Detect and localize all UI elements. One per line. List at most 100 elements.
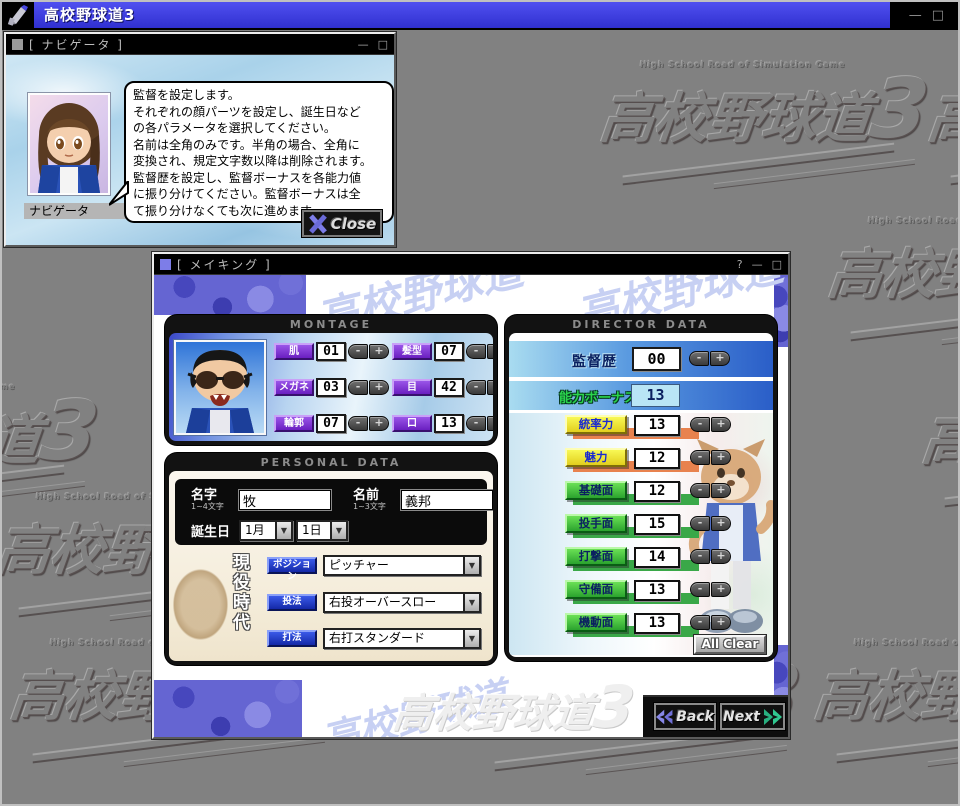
montage-label-button[interactable]: 輪郭 [274, 415, 314, 432]
montage-value: 42 [434, 378, 464, 397]
chevron-down-icon[interactable]: ▼ [275, 522, 291, 539]
making-minimize-button[interactable]: — [752, 258, 763, 271]
navigator-titlebar[interactable]: [ ナビゲータ ] — □ [6, 34, 394, 54]
plus-button[interactable]: + [369, 380, 389, 395]
making-help-button[interactable]: ? [737, 258, 743, 271]
givenname-label: 名前 [353, 489, 401, 502]
minus-button[interactable]: - [690, 450, 710, 465]
stat-label-button[interactable]: 投手面 [565, 514, 627, 533]
plus-button[interactable]: + [369, 416, 389, 431]
surname-input[interactable] [239, 490, 331, 510]
chevron-down-icon[interactable]: ▼ [463, 557, 479, 574]
next-label: Next [723, 709, 760, 725]
plus-button[interactable]: + [487, 416, 493, 431]
montage-label-button[interactable]: 目 [392, 379, 432, 396]
minus-button[interactable]: - [348, 380, 368, 395]
minus-button[interactable]: - [690, 549, 710, 564]
making-maximize-button[interactable]: □ [772, 258, 782, 271]
pitch-style-select[interactable]: 右投オーバースロー ▼ [323, 592, 481, 613]
camo-decoration [154, 680, 302, 737]
stat-row-pitching: 投手面 15 - + [509, 514, 773, 542]
plus-button[interactable]: + [710, 351, 730, 366]
making-title: [ メイキング ] [177, 256, 272, 273]
back-button[interactable]: Back [654, 703, 716, 730]
givenname-input[interactable] [401, 490, 493, 510]
stat-label-button[interactable]: 基礎面 [565, 481, 627, 500]
navigator-minimize-button[interactable]: — [358, 38, 369, 51]
minus-button[interactable]: - [690, 417, 710, 432]
bat-style-label-button[interactable]: 打法 [267, 630, 317, 647]
birth-day-select[interactable]: 1日 ▼ [296, 520, 348, 541]
plus-button[interactable]: + [487, 380, 493, 395]
montage-control-eyes: 目 42 - + [389, 378, 493, 397]
minus-button[interactable]: - [689, 351, 709, 366]
plus-button[interactable]: + [711, 450, 731, 465]
close-button[interactable]: Close [302, 210, 382, 237]
minus-button[interactable]: - [466, 380, 486, 395]
position-label-button[interactable]: ポジション [267, 557, 317, 574]
chevron-down-icon[interactable]: ▼ [330, 522, 346, 539]
plus-button[interactable]: + [487, 344, 493, 359]
montage-label-button[interactable]: 髪型 [392, 343, 432, 360]
chevron-down-icon[interactable]: ▼ [463, 630, 479, 647]
minus-button[interactable]: - [690, 483, 710, 498]
app-maximize-button[interactable]: □ [932, 8, 944, 23]
montage-control-outline: 輪郭 07 - + [271, 414, 389, 433]
next-button[interactable]: Next [720, 703, 785, 730]
montage-avatar-image [176, 342, 264, 433]
stat-spinner: - + [690, 549, 731, 564]
app-titlebar-accent [34, 2, 890, 28]
minus-button[interactable]: - [466, 416, 486, 431]
stat-label-button[interactable]: 機動面 [565, 613, 627, 632]
montage-spinner: - + [466, 344, 493, 359]
pitch-style-row: 投法 右投オーバースロー ▼ [267, 592, 485, 613]
stat-label-button[interactable]: 守備面 [565, 580, 627, 599]
montage-value: 07 [434, 342, 464, 361]
background-logo: High School Road of Simulation Game 高校野球… [594, 60, 947, 181]
all-clear-button[interactable]: All Clear [694, 635, 766, 654]
message-line: 変換され、規定文字数以降は削除されます。 [133, 153, 385, 170]
montage-label-button[interactable]: 肌 [274, 343, 314, 360]
montage-label-button[interactable]: メガネ [274, 379, 314, 396]
stat-spinner: - + [690, 450, 731, 465]
stat-label-button[interactable]: 打撃面 [565, 547, 627, 566]
navigator-maximize-button[interactable]: □ [378, 38, 388, 51]
plus-button[interactable]: + [711, 582, 731, 597]
pitch-style-label-button[interactable]: 投法 [267, 594, 317, 611]
stat-label-button[interactable]: 魅力 [565, 448, 627, 467]
main-window: 高校野球道3 — □ High School Road of Simulatio… [0, 0, 960, 806]
bonus-value: 13 [631, 384, 680, 407]
stat-spinner: - + [690, 417, 731, 432]
montage-spinner: - + [348, 416, 389, 431]
montage-control-hair: 髪型 07 - + [389, 342, 493, 361]
plus-button[interactable]: + [711, 516, 731, 531]
app-minimize-button[interactable]: — [909, 8, 922, 23]
plus-button[interactable]: + [711, 615, 731, 630]
montage-label-button[interactable]: 口 [392, 415, 432, 432]
stats-area: 統率力 13 - + 魅力 12 [509, 413, 773, 655]
minus-button[interactable]: - [690, 516, 710, 531]
montage-spinner: - + [348, 380, 389, 395]
navigator-window: [ ナビゲータ ] — □ [4, 32, 396, 247]
minus-button[interactable]: - [690, 615, 710, 630]
minus-button[interactable]: - [466, 344, 486, 359]
career-value: 00 [632, 347, 681, 371]
minus-button[interactable]: - [690, 582, 710, 597]
app-titlebar: 高校野球道3 — □ [2, 2, 958, 28]
plus-button[interactable]: + [711, 549, 731, 564]
minus-button[interactable]: - [348, 344, 368, 359]
chevron-down-icon[interactable]: ▼ [463, 594, 479, 611]
bat-style-select[interactable]: 右打スタンダード ▼ [323, 628, 481, 649]
position-select[interactable]: ピッチャー ▼ [323, 555, 481, 576]
director-data-panel: DIRECTOR DATA 監督歴 00 - + 能力ボーナス [505, 315, 777, 661]
stat-spinner: - + [690, 483, 731, 498]
plus-button[interactable]: + [369, 344, 389, 359]
minus-button[interactable]: - [348, 416, 368, 431]
birth-month-select[interactable]: 1月 ▼ [239, 520, 293, 541]
montage-spinner: - + [466, 380, 493, 395]
plus-button[interactable]: + [711, 483, 731, 498]
plus-button[interactable]: + [711, 417, 731, 432]
making-titlebar[interactable]: [ メイキング ] ? — □ [154, 254, 788, 274]
stat-label-button[interactable]: 統率力 [565, 415, 627, 434]
close-x-icon [308, 214, 330, 234]
